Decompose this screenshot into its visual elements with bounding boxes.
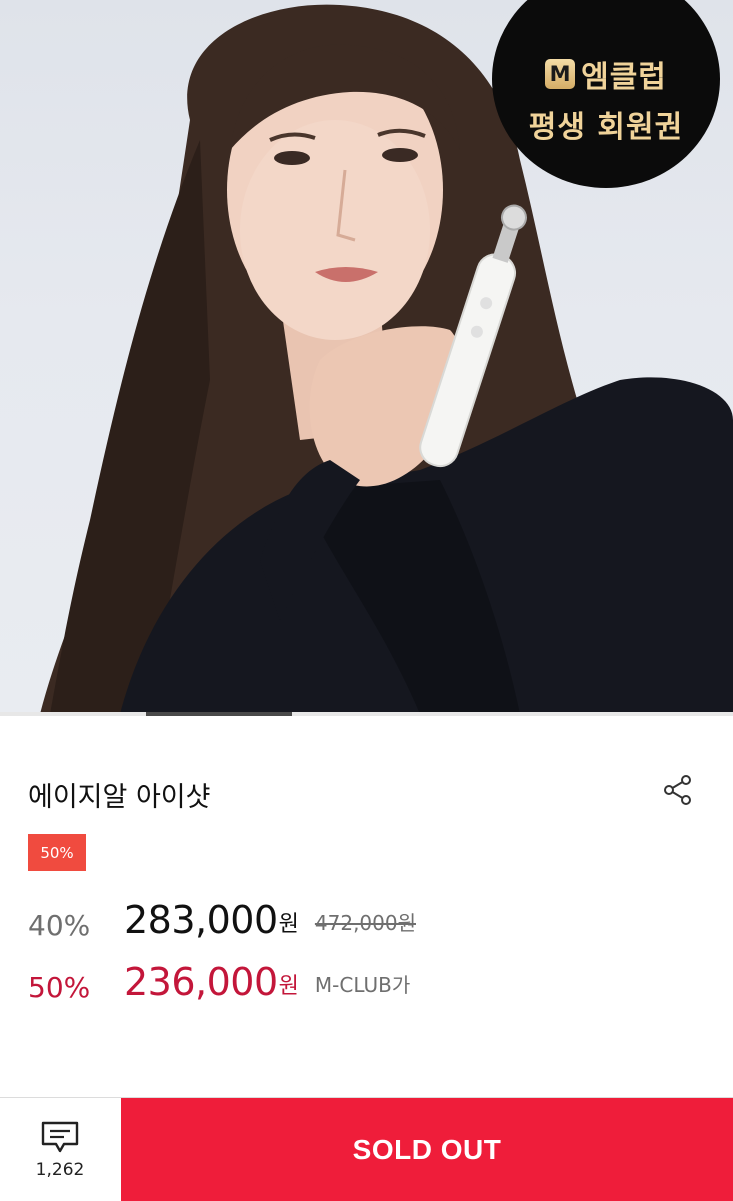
price-row-regular: 40% 283,000 원 472,000원 [28, 898, 416, 942]
discount-badge: 50% [28, 834, 86, 871]
sold-out-button[interactable]: SOLD OUT [121, 1098, 733, 1201]
price-row-mclub: 50% 236,000 원 M-CLUB가 [28, 960, 410, 1004]
currency-unit: 원 [278, 974, 299, 999]
currency-unit: 원 [278, 912, 299, 937]
share-icon [664, 775, 691, 805]
product-title: 에이지알 아이샷 [28, 782, 211, 813]
mclub-price-label: M-CLUB가 [314, 973, 411, 997]
review-button[interactable]: 1,262 [0, 1098, 120, 1201]
discount-percent: 40% [28, 909, 91, 942]
share-button[interactable] [660, 772, 696, 808]
badge-line2: 평생 회원권 [528, 110, 684, 145]
review-count: 1,262 [35, 1159, 85, 1180]
mclub-discount-percent: 50% [28, 971, 91, 1004]
mclub-logo: M [545, 59, 576, 89]
mclub-price: 236,000 [124, 960, 278, 1004]
sale-price: 283,000 [124, 898, 278, 942]
badge-line1: 엠클럽 [581, 60, 667, 95]
bottom-action-bar: 1,262 SOLD OUT [0, 1097, 733, 1201]
review-icon [41, 1121, 79, 1152]
original-price: 472,000원 [314, 911, 416, 935]
slide-progress-indicator [146, 712, 292, 716]
product-hero-image[interactable]: M 엠클럽 평생 회원권 [0, 0, 733, 714]
slide-progress-track [0, 712, 733, 716]
